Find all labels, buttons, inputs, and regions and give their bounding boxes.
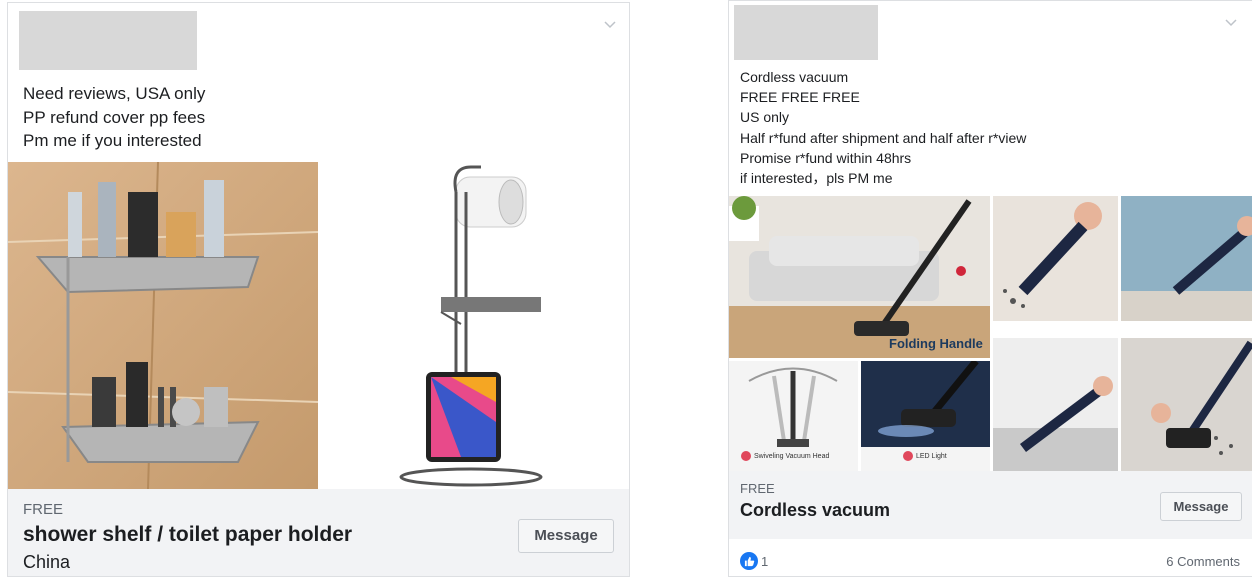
folding-handle-caption: Folding Handle	[889, 336, 983, 351]
chevron-down-icon[interactable]	[603, 17, 617, 31]
vacuum-led-light-image[interactable]: LED Light	[861, 361, 990, 471]
listing-footer: FREE Cordless vacuum Message	[729, 471, 1252, 539]
message-button[interactable]: Message	[1160, 492, 1242, 521]
vacuum-sofa-image[interactable]	[1121, 196, 1252, 321]
redacted-author	[19, 11, 197, 70]
reaction-summary[interactable]: 1	[740, 552, 768, 570]
price-label: FREE	[23, 501, 64, 518]
comments-link[interactable]: 6 Comments	[1166, 554, 1240, 569]
led-bullet-icon	[903, 451, 913, 461]
listing-card-shower-shelf: Need reviews, USA only PP refund cover p…	[7, 2, 630, 577]
listing-card-cordless-vacuum: Cordless vacuum FREE FREE FREE US only H…	[728, 0, 1252, 577]
vacuum-corner-image[interactable]	[993, 338, 1118, 471]
post-text: Need reviews, USA only PP refund cover p…	[23, 84, 206, 150]
led-caption: LED Light	[903, 451, 947, 461]
vacuum-floor-debris-image[interactable]	[1121, 338, 1252, 471]
vacuum-handheld-floor-image[interactable]	[993, 196, 1118, 321]
swivel-bullet-icon	[741, 451, 751, 461]
swivel-caption: Swiveling Vacuum Head	[741, 451, 829, 461]
listing-title[interactable]: shower shelf / toilet paper holder	[23, 523, 352, 547]
like-count: 1	[761, 553, 769, 569]
vacuum-swivel-head-image[interactable]: Swiveling Vacuum Head	[729, 361, 858, 471]
thumbs-up-icon	[740, 552, 758, 570]
post-text: Cordless vacuum FREE FREE FREE US only H…	[740, 69, 1027, 187]
listing-location: China	[23, 552, 71, 572]
message-button[interactable]: Message	[518, 519, 614, 553]
chevron-down-icon[interactable]	[1224, 15, 1238, 29]
vacuum-folding-handle-image[interactable]: Folding Handle	[729, 196, 990, 358]
listing-footer: FREE shower shelf / toilet paper holder …	[8, 489, 629, 576]
toilet-paper-holder-image[interactable]	[321, 162, 629, 489]
shower-caddy-image[interactable]	[8, 162, 318, 489]
redacted-author	[734, 5, 878, 60]
listing-title[interactable]: Cordless vacuum	[740, 500, 890, 521]
price-label: FREE	[740, 481, 775, 496]
